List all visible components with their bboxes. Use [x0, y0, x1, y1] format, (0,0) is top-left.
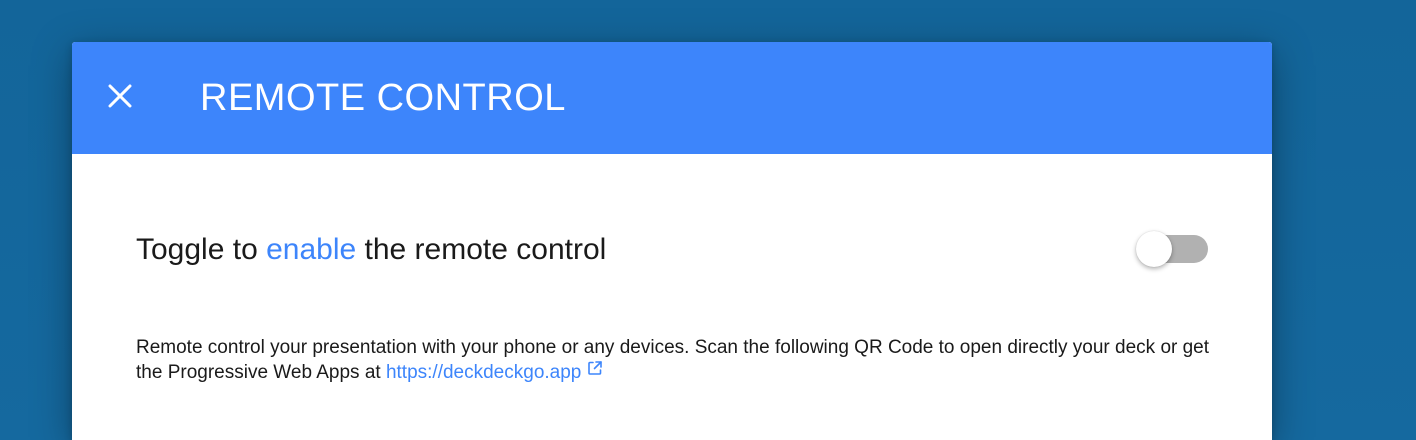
- close-icon: [107, 83, 133, 109]
- external-link-icon: [587, 359, 603, 382]
- toggle-label-action: enable: [266, 233, 357, 266]
- deckdeckgo-link-text: https://deckdeckgo.app: [385, 362, 582, 383]
- remote-control-toggle[interactable]: [1136, 231, 1208, 267]
- toggle-label: Toggle to enable the remote control: [136, 230, 606, 270]
- description-body: Remote control your presentation with yo…: [136, 337, 1210, 383]
- dialog-toolbar: REMOTE CONTROL: [72, 42, 1272, 154]
- toggle-label-suffix: the remote control: [356, 233, 607, 266]
- deckdeckgo-link[interactable]: https://deckdeckgo.app: [385, 359, 603, 383]
- description-text: Remote control your presentation with yo…: [136, 336, 1216, 384]
- toggle-knob: [1136, 231, 1172, 267]
- remote-control-dialog: REMOTE CONTROL Toggle to enable the remo…: [72, 42, 1272, 440]
- close-button[interactable]: [98, 74, 142, 118]
- toggle-label-prefix: Toggle to: [136, 233, 267, 266]
- dialog-title: REMOTE CONTROL: [200, 77, 566, 119]
